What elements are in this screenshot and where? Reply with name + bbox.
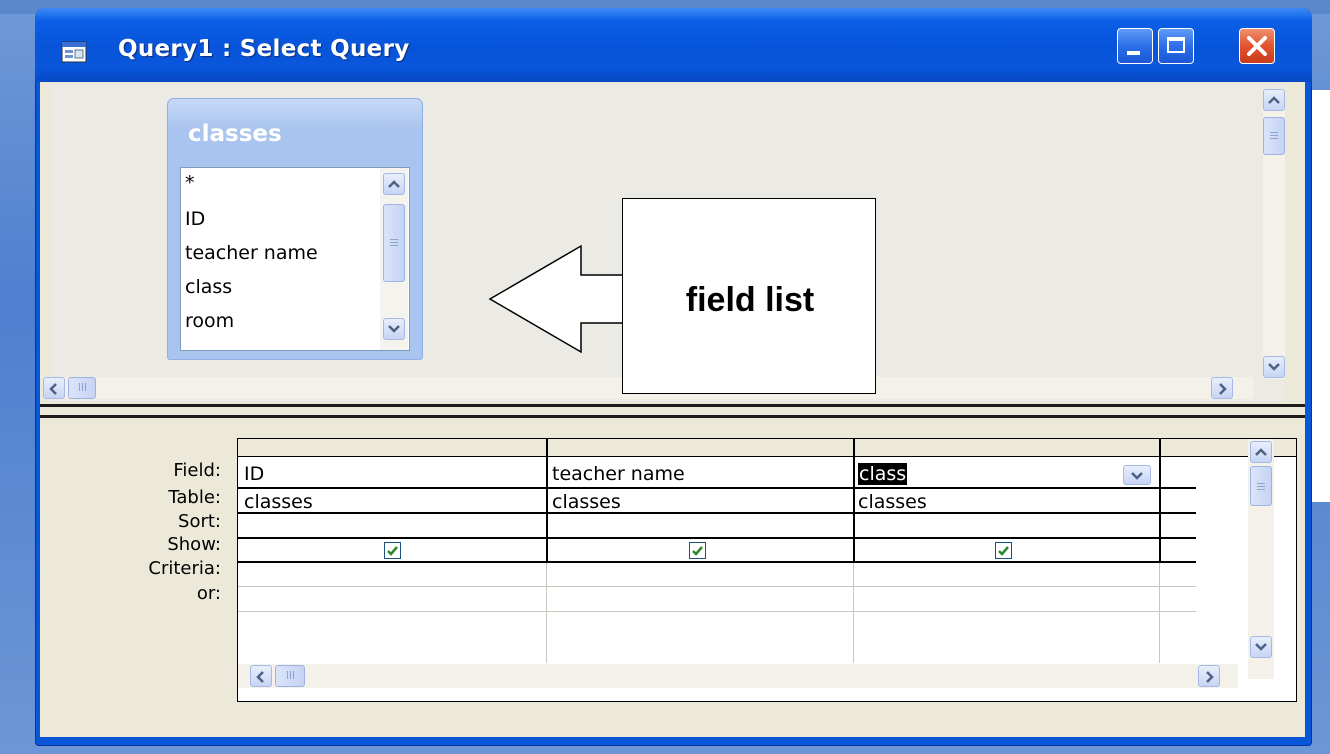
chevron-left-icon: [49, 383, 57, 395]
chevron-down-icon: [388, 325, 400, 333]
scroll-right-button[interactable]: [1198, 665, 1220, 687]
show-checkbox[interactable]: [689, 542, 706, 559]
scroll-right-button[interactable]: [1211, 377, 1233, 399]
scroll-up-button[interactable]: [1263, 89, 1285, 111]
maximize-icon: [1167, 37, 1185, 53]
field-list-title: classes: [188, 121, 282, 147]
table-cell[interactable]: classes: [244, 491, 313, 513]
field-list-item[interactable]: *: [185, 172, 195, 194]
scroll-thumb[interactable]: [383, 204, 405, 282]
field-list-item[interactable]: class: [185, 276, 232, 298]
field-list-box[interactable]: * ID teacher name class room: [180, 167, 410, 351]
scroll-down-button[interactable]: [1250, 636, 1272, 658]
scroll-thumb[interactable]: [68, 377, 96, 399]
chevron-left-icon: [256, 671, 264, 683]
checkmark-icon: [692, 546, 703, 556]
scroll-left-button[interactable]: [250, 665, 272, 687]
chevron-right-icon: [1206, 671, 1214, 683]
field-cell[interactable]: teacher name: [552, 463, 685, 485]
close-button[interactable]: [1239, 28, 1275, 64]
scroll-down-button[interactable]: [1263, 356, 1285, 378]
show-checkbox[interactable]: [384, 542, 401, 559]
checkmark-icon: [387, 546, 398, 556]
row-label-sort: Sort:: [178, 511, 221, 532]
callout-arrow-icon: [488, 244, 623, 354]
query-window: Query1 : Select Query classes * ID teach…: [35, 8, 1312, 746]
close-icon: [1247, 36, 1267, 56]
maximize-button[interactable]: [1158, 28, 1194, 64]
scroll-left-button[interactable]: [43, 377, 65, 399]
field-list-scrollbar[interactable]: [380, 168, 408, 350]
row-label-field: Field:: [173, 460, 221, 481]
field-list-item[interactable]: room: [185, 310, 234, 332]
scroll-thumb[interactable]: [275, 665, 305, 687]
column-selectors[interactable]: [238, 439, 1296, 457]
field-cell[interactable]: ID: [244, 463, 264, 485]
scroll-thumb[interactable]: [1250, 466, 1272, 506]
window-client-area: classes * ID teacher name class room fie…: [40, 82, 1305, 737]
design-grid[interactable]: ID classes teacher name classes class cl…: [237, 438, 1297, 702]
selected-field-text: class: [858, 463, 908, 485]
callout-label: field list: [685, 281, 815, 319]
field-list-item[interactable]: teacher name: [185, 242, 318, 264]
chevron-down-icon: [1268, 363, 1280, 371]
pane-splitter[interactable]: [40, 404, 1305, 418]
chevron-up-icon: [1255, 448, 1267, 456]
chevron-down-icon: [1131, 472, 1143, 480]
row-label-or: or:: [196, 583, 221, 604]
title-bar[interactable]: Query1 : Select Query: [35, 8, 1312, 82]
table-pane-vertical-scrollbar[interactable]: [1263, 89, 1285, 379]
scroll-up-button[interactable]: [383, 173, 405, 195]
scroll-down-button[interactable]: [383, 318, 405, 340]
field-dropdown-button[interactable]: [1123, 465, 1151, 485]
grid-vertical-scrollbar[interactable]: [1248, 439, 1274, 679]
checkmark-icon: [998, 546, 1009, 556]
minimize-button[interactable]: [1117, 28, 1153, 64]
field-list-window[interactable]: classes * ID teacher name class room: [167, 98, 423, 360]
query-icon: [61, 41, 87, 63]
field-list-item[interactable]: ID: [185, 208, 205, 230]
minimize-icon: [1127, 51, 1140, 55]
chevron-down-icon: [1255, 643, 1267, 651]
row-label-table: Table:: [168, 487, 221, 508]
grid-horizontal-scrollbar[interactable]: [238, 664, 1238, 688]
row-label-show: Show:: [167, 534, 221, 555]
table-cell[interactable]: classes: [552, 491, 621, 513]
field-cell-selected[interactable]: class: [858, 463, 908, 485]
row-label-criteria: Criteria:: [148, 558, 221, 579]
table-cell[interactable]: classes: [858, 491, 927, 513]
show-checkbox[interactable]: [995, 542, 1012, 559]
design-grid-pane: Field: Table: Sort: Show: Criteria: or:: [40, 422, 1305, 737]
scroll-thumb[interactable]: [1263, 117, 1285, 155]
chevron-right-icon: [1219, 383, 1227, 395]
scroll-up-button[interactable]: [1250, 441, 1272, 463]
chevron-up-icon: [1268, 96, 1280, 104]
window-title: Query1 : Select Query: [118, 36, 410, 62]
chevron-up-icon: [388, 180, 400, 188]
field-list-callout: field list: [622, 198, 876, 394]
